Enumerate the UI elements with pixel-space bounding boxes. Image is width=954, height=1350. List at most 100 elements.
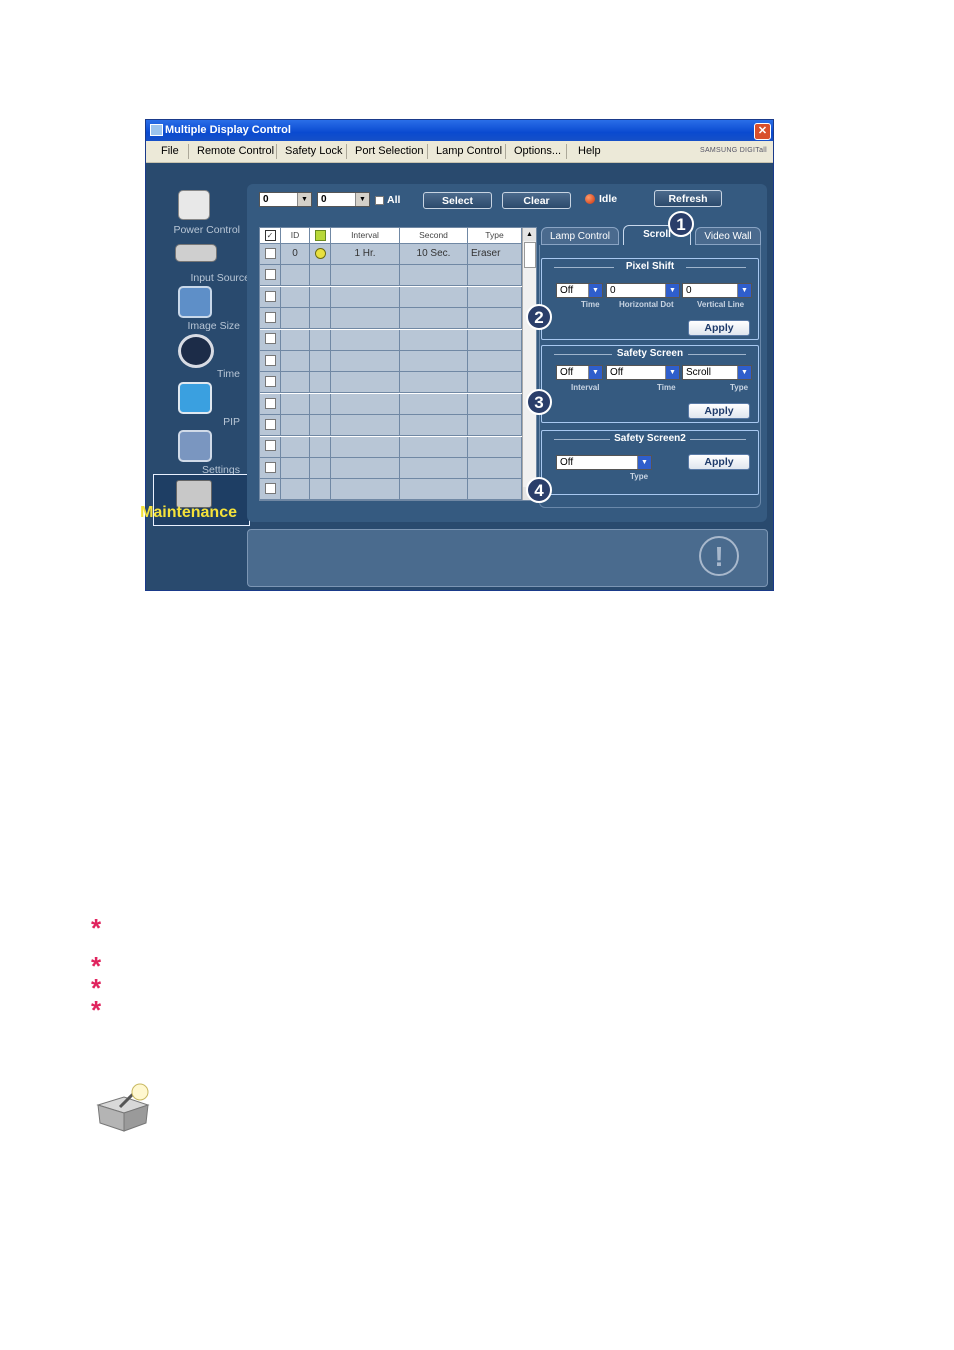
pixel-shift-apply-button[interactable]: Apply [688,320,750,336]
menu-lamp-control[interactable]: Lamp Control [436,145,502,157]
table-row[interactable] [260,415,522,437]
callout-3: 3 [526,389,552,415]
pixel-shift-hdot-label: Horizontal Dot [619,300,674,309]
scroll-thumb[interactable] [524,242,536,268]
image-size-icon [178,286,212,318]
title-bar: Multiple Display Control ✕ [146,120,773,141]
safety-screen2-apply-button[interactable]: Apply [688,454,750,470]
row-checkbox[interactable] [260,308,281,329]
header-id: ID [281,228,310,243]
row-checkbox[interactable] [260,286,281,307]
pixel-shift-title: Pixel Shift [625,261,675,272]
safety-screen-time-label: Time [657,383,676,392]
pixel-shift-vline-label: Vertical Line [697,300,745,309]
safety-screen-type-combo[interactable]: Scroll ▼ [682,365,752,380]
safety-screen-type-label: Type [730,383,749,392]
row-checkbox[interactable] [260,458,281,478]
row-checkbox[interactable] [260,436,281,457]
main-panel: 0 ▼ 0 ▼ All Select Clear Idle Refresh ✓ ID… [247,184,767,522]
clock-icon [178,334,214,368]
menu-port-selection[interactable]: Port Selection [355,145,423,157]
pip-icon [178,382,212,414]
row-checkbox[interactable] [260,372,281,393]
header-status-icon [310,228,331,243]
table-row[interactable] [260,458,522,479]
menu-safety-lock[interactable]: Safety Lock [285,145,342,157]
select-button[interactable]: Select [423,192,492,209]
tab-lamp-control[interactable]: Lamp Control [541,227,619,245]
table-row[interactable] [260,479,522,500]
sidebar-item-pip[interactable]: PIP [160,382,240,428]
cell-id: 0 [281,244,310,264]
status-indicator-icon [585,194,595,204]
display-grid: ✓ ID Interval Second Type 0 1 Hr. 10 Sec. E… [259,227,537,501]
table-row[interactable] [260,329,522,351]
table-row[interactable] [260,265,522,287]
sidebar-item-power-control[interactable]: Power Control [160,190,240,236]
table-row[interactable]: 0 1 Hr. 10 Sec. Eraser [260,244,522,265]
input-source-icon [175,244,217,262]
safety-screen2-type-label: Type [630,472,649,481]
row-checkbox[interactable] [260,244,281,264]
pixel-shift-group: Pixel Shift Off ▼ 0 ▼ 0 ▼ Time Horizontal D… [541,258,759,340]
callout-4: 4 [526,477,552,503]
safety-screen2-title: Safety Screen2 [614,433,686,444]
row-checkbox[interactable] [260,479,281,500]
safety-screen-group: Safety Screen Off ▼ Off ▼ Scroll ▼ Interval… [541,345,759,423]
sidebar-item-maintenance[interactable]: Maintenance [140,474,250,526]
refresh-button[interactable]: Refresh [654,190,722,207]
cell-interval: 1 Hr. [331,244,400,264]
cell-second: 10 Sec. [400,244,468,264]
pixel-shift-vline-combo[interactable]: 0 ▼ [682,283,752,298]
sidebar-item-time[interactable]: Time [160,334,240,380]
id-start-combo[interactable]: 0 ▼ [259,192,312,207]
menu-file[interactable]: File [161,145,179,157]
row-checkbox[interactable] [260,415,281,436]
sidebar-item-settings[interactable]: Settings [160,430,240,476]
row-checkbox[interactable] [260,351,281,371]
menu-options[interactable]: Options... [514,145,561,157]
safety-screen-interval-combo[interactable]: Off ▼ [556,365,603,380]
tab-video-wall[interactable]: Video Wall [695,227,761,245]
safety-screen-title: Safety Screen [616,348,684,359]
table-row[interactable] [260,393,522,415]
callout-1: 1 [668,211,694,237]
pixel-shift-time-label: Time [581,300,600,309]
header-select-all[interactable]: ✓ [260,228,281,243]
sidebar-item-input-source[interactable]: Input Source [170,238,250,284]
menu-bar: File Remote Control Safety Lock Port Sel… [146,141,773,163]
callout-2: 2 [526,304,552,330]
safety-screen-time-combo[interactable]: Off ▼ [606,365,680,380]
header-interval: Interval [331,228,400,243]
table-row[interactable] [260,436,522,458]
asterisk-bullet-icon: * [91,995,102,1025]
safety-screen-apply-button[interactable]: Apply [688,403,750,419]
table-row[interactable] [260,286,522,308]
safety-screen-interval-label: Interval [571,383,600,392]
clear-button[interactable]: Clear [502,192,571,209]
safety-screen2-group: Safety Screen2 Off ▼ Type Apply [541,430,759,495]
table-row[interactable] [260,351,522,372]
menu-remote-control[interactable]: Remote Control [197,145,274,157]
close-button[interactable]: ✕ [754,123,771,140]
app-icon [150,124,163,136]
cell-type: Eraser [468,244,522,264]
scroll-up-arrow-icon[interactable]: ▲ [523,228,536,241]
pixel-shift-hdot-combo[interactable]: 0 ▼ [606,283,680,298]
menu-help[interactable]: Help [578,145,601,157]
samsung-logo: SAMSUNG DIGITall [699,147,767,154]
pixel-shift-time-combo[interactable]: Off ▼ [556,283,603,298]
grid-scrollbar[interactable]: ▲ ▼ [522,228,536,500]
row-checkbox[interactable] [260,393,281,414]
all-checkbox[interactable] [375,196,384,205]
table-row[interactable] [260,372,522,394]
app-window: Multiple Display Control ✕ File Remote C… [140,119,774,591]
row-checkbox[interactable] [260,265,281,286]
info-panel: ! [247,529,768,587]
row-checkbox[interactable] [260,329,281,350]
table-row[interactable] [260,308,522,330]
settings-icon [178,430,212,462]
safety-screen2-type-combo[interactable]: Off ▼ [556,455,652,470]
sidebar-item-image-size[interactable]: Image Size [160,286,240,332]
id-end-combo[interactable]: 0 ▼ [317,192,370,207]
